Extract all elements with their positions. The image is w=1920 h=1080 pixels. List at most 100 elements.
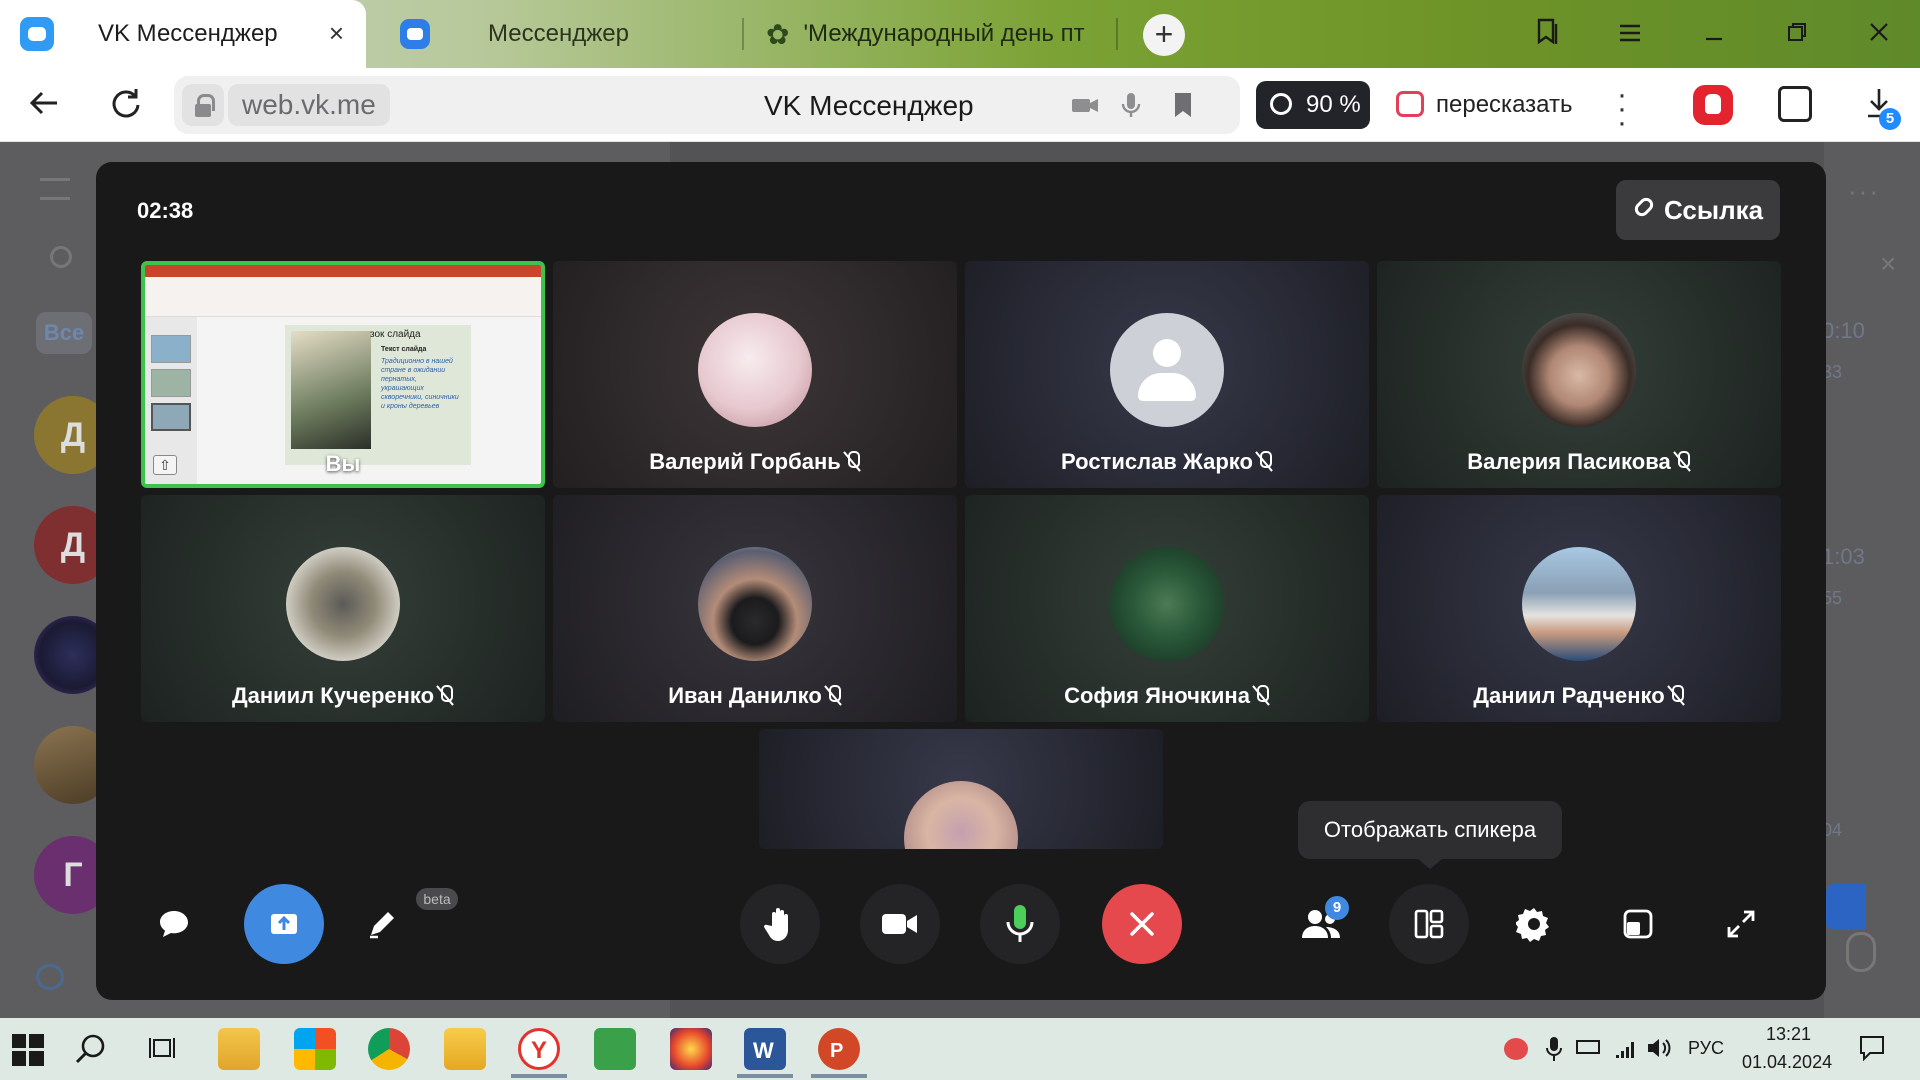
avatar [904,781,1018,849]
retell-button[interactable]: пересказать [1388,81,1572,129]
microphone-permission-icon[interactable] [1116,90,1146,120]
screen-share-button[interactable] [244,884,324,964]
avatar [698,547,812,661]
windows-taskbar: Y W P РУС 13:21 01.04.2024 [0,1018,1920,1080]
whiteboard-button[interactable] [342,884,422,964]
self-video-tile[interactable]: зок слайда Текст слайда Традиционно в на… [141,261,545,488]
windows-start-icon[interactable] [12,1034,44,1071]
menu-icon[interactable] [1612,16,1648,52]
participants-button[interactable] [1282,884,1362,964]
avatar [1110,547,1224,661]
participant-tile[interactable]: Валерия Пасикова [1377,261,1781,488]
lock-icon[interactable] [182,84,224,126]
close-icon: × [1880,248,1897,279]
clock-time[interactable]: 13:21 [1766,1024,1811,1045]
url-field[interactable]: web.vk.me VK Мессенджер [174,76,1240,134]
bookmarks-icon[interactable] [1531,16,1567,52]
filter-all-chip: Все [36,312,92,354]
zoom-level-button[interactable]: 90 % [1256,81,1370,129]
ppt-slide: зок слайда Текст слайда Традиционно в на… [285,325,471,465]
more-options-icon[interactable]: · · · [1612,80,1632,138]
tray-app-icon[interactable] [1504,1038,1528,1060]
avatar [286,547,400,661]
microphone-toggle-button[interactable] [980,884,1060,964]
avatar [1522,313,1636,427]
participant-tile[interactable]: Валерий Горбань [553,261,957,488]
active-app-indicator [737,1074,793,1078]
search-icon [50,246,72,268]
microphone-tray-icon[interactable] [1544,1036,1564,1067]
camera-permission-icon[interactable] [1070,90,1100,120]
raise-hand-button[interactable] [740,884,820,964]
network-icon[interactable] [1614,1036,1638,1065]
participant-tile[interactable]: София Яночкина [965,495,1369,722]
language-indicator[interactable]: РУС [1688,1038,1724,1059]
tab-international-day[interactable]: ✿ 'Международный день пт [760,0,1120,68]
yandex-browser-icon[interactable]: Y [518,1028,560,1070]
participant-name-row: София Яночкина [965,683,1369,709]
microsoft-store-icon[interactable] [294,1028,336,1070]
participant-name: Иван Данилко [668,683,822,708]
file-explorer-icon[interactable] [444,1028,486,1070]
participant-tile[interactable]: Иван Данилко [553,495,957,722]
participant-tile[interactable] [759,729,1163,849]
participant-name-row: Ростислав Жарко [965,449,1369,475]
chrome-icon[interactable] [368,1028,410,1070]
participants-count-badge: 9 [1325,896,1349,920]
slide-thumbnail [151,335,191,363]
participant-name: Валерий Горбань [649,449,841,474]
layout-button[interactable] [1389,884,1469,964]
back-button[interactable] [24,86,64,126]
browser-address-bar: web.vk.me VK Мессенджер 90 % пересказать… [0,68,1920,142]
end-call-button[interactable] [1102,884,1182,964]
battery-icon[interactable] [1576,1040,1600,1054]
slide-thumbnail [151,403,191,431]
minimize-icon[interactable] [1696,16,1732,52]
beta-badge: beta [416,888,458,910]
task-view-icon[interactable] [148,1034,176,1067]
search-icon[interactable] [74,1032,108,1071]
tab-vk-messenger[interactable]: VK Мессенджер × [0,0,366,68]
powerpoint-icon[interactable]: P [818,1028,860,1070]
extension-icon[interactable] [1778,86,1812,122]
bookmark-icon[interactable] [1168,90,1198,120]
participant-tile[interactable]: Даниил Радченко [1377,495,1781,722]
chat-button[interactable] [134,884,214,964]
browser-tab-bar: VK Мессенджер × Мессенджер ✿ 'Международ… [0,0,1920,68]
slide-text: Традиционно в нашей стране в ожидании пе… [381,358,459,410]
magnifier-icon [1270,93,1292,115]
reload-button[interactable] [106,86,146,126]
fullscreen-button[interactable] [1701,884,1781,964]
ppt-titlebar [145,265,541,277]
camera-toggle-button[interactable] [860,884,940,964]
game-app-icon[interactable] [594,1028,636,1070]
participant-name-row: Иван Данилко [553,683,957,709]
volume-icon[interactable] [1646,1036,1672,1065]
close-tab-icon[interactable]: × [329,20,344,46]
settings-button[interactable] [1494,884,1574,964]
copy-link-button[interactable]: Ссылка [1616,180,1780,240]
message-time: 0:10 [1822,318,1865,343]
retell-label: пересказать [1436,91,1573,118]
participant-name-row: Даниил Радченко [1377,683,1781,709]
url-domain: web.vk.me [228,84,390,126]
participant-tile[interactable]: Ростислав Жарко [965,261,1369,488]
page-title: VK Мессенджер [764,90,974,121]
candy-game-icon[interactable] [670,1028,712,1070]
participant-tile[interactable]: Даниил Кучеренко [141,495,545,722]
messenger-favicon-icon [400,19,430,49]
muted-mic-icon [1255,450,1273,472]
picture-in-picture-button[interactable] [1598,884,1678,964]
restore-icon[interactable] [1779,16,1815,52]
close-window-icon[interactable] [1861,16,1897,52]
new-tab-button[interactable]: + [1143,14,1185,56]
hamburger-icon [40,178,70,200]
starling-picture [291,331,371,449]
word-icon[interactable]: W [744,1028,786,1070]
notifications-icon[interactable] [1858,1034,1886,1067]
tab-messenger[interactable]: Мессенджер [380,0,740,68]
clock-date[interactable]: 01.04.2024 [1742,1052,1832,1073]
notepad-app-icon[interactable] [218,1028,260,1070]
muted-mic-icon [436,684,454,706]
adblock-extension-icon[interactable] [1693,85,1733,125]
